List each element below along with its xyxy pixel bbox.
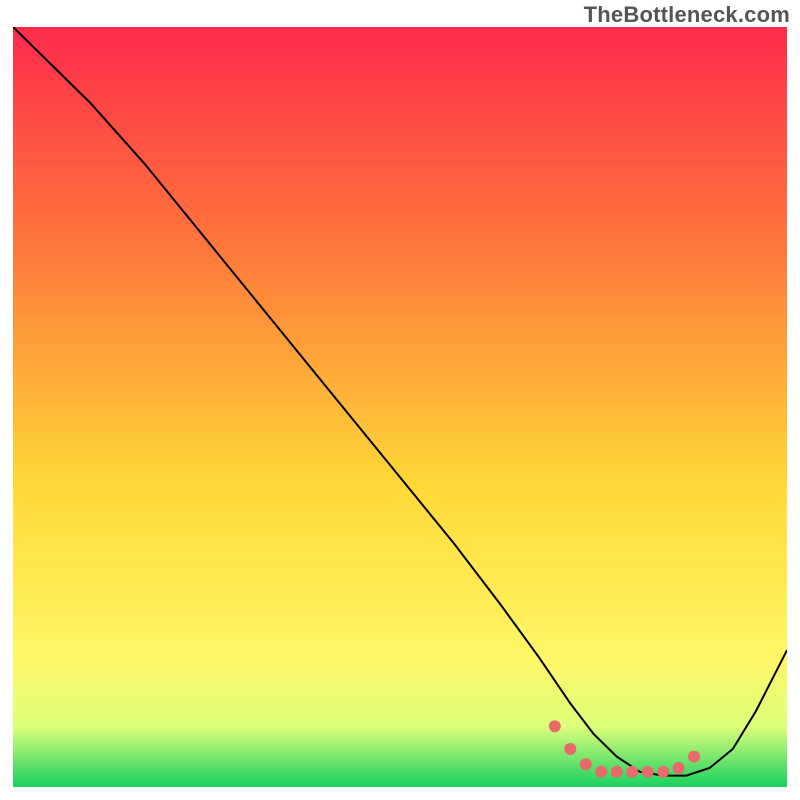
gradient-background [13,27,787,787]
range-marker [688,751,700,763]
watermark-text: TheBottleneck.com [584,2,790,28]
range-marker [580,758,592,770]
plot-area [13,27,787,787]
range-marker [626,766,638,778]
chart-svg [13,27,787,787]
range-marker [642,766,654,778]
range-marker [611,766,623,778]
range-marker [673,762,685,774]
range-marker [595,766,607,778]
range-marker [549,720,561,732]
range-marker [657,766,669,778]
range-marker [564,743,576,755]
chart-container: TheBottleneck.com [0,0,800,800]
